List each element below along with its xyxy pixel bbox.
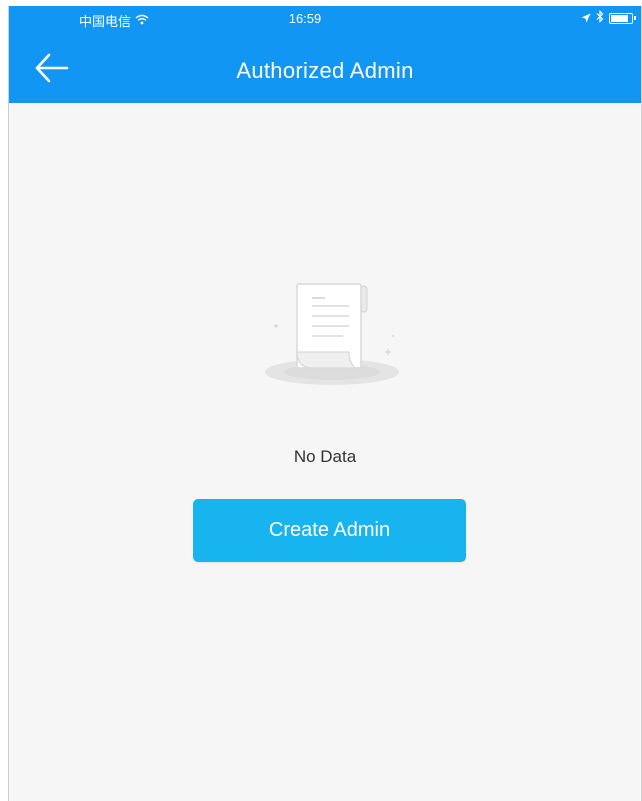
status-right-group [581,10,636,26]
empty-document-icon [257,276,407,394]
phone-screen: 中国电信 16:59 Authorized Admin No Data Crea… [8,6,642,801]
empty-state-message: No Data [293,447,357,466]
nav-bar: Authorized Admin [9,34,641,103]
status-bar: 中国电信 16:59 [9,6,641,34]
create-admin-button[interactable]: Create Admin [193,499,466,562]
top-bar: 中国电信 16:59 Authorized Admin [9,6,641,103]
location-arrow-icon [581,11,591,26]
bluetooth-icon [596,10,604,26]
status-time: 16:59 [288,11,322,26]
create-admin-label: Create Admin [268,519,391,541]
battery-icon [609,12,636,24]
page-title: Authorized Admin [236,58,414,83]
